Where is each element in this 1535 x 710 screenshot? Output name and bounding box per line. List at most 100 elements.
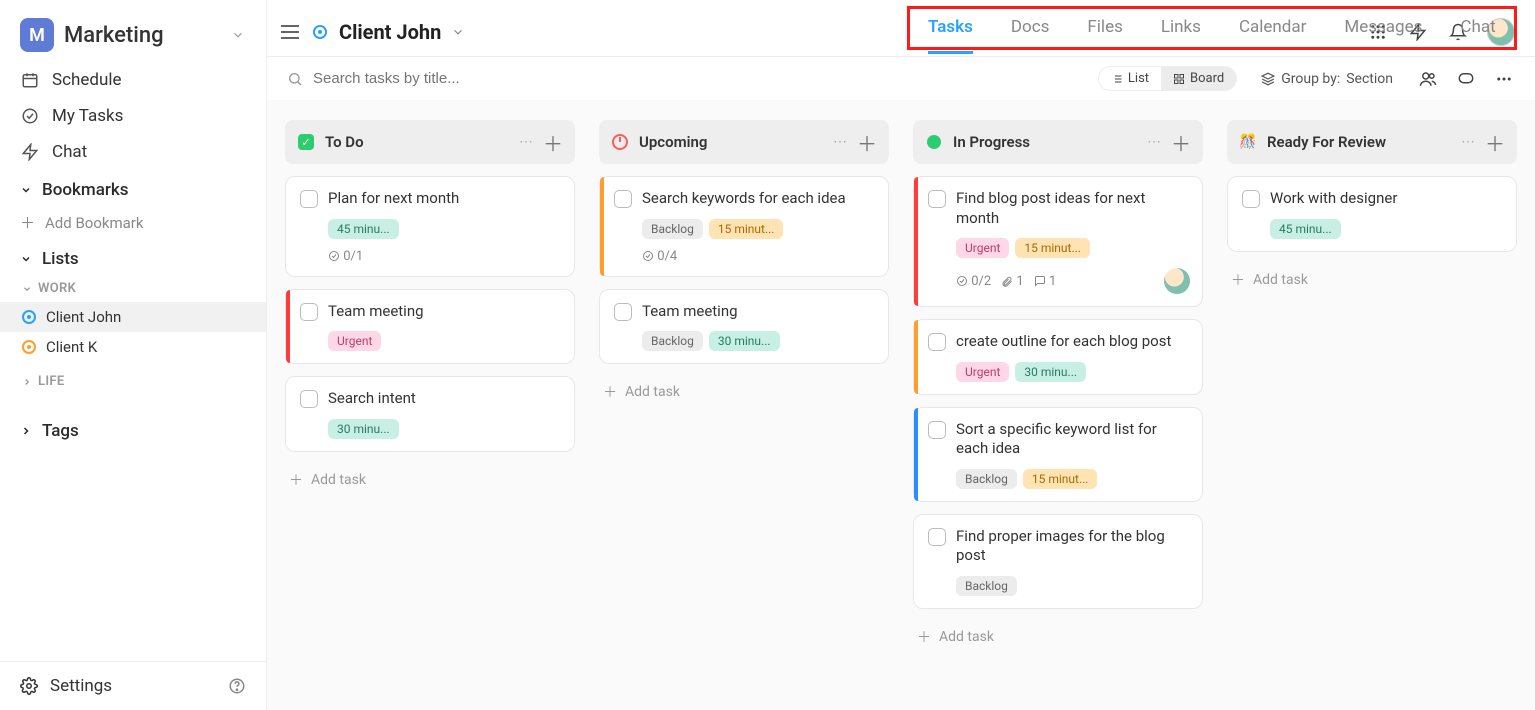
task-checkbox[interactable] [928, 421, 946, 439]
tab-calendar[interactable]: Calendar [1239, 9, 1306, 53]
tab-links[interactable]: Links [1161, 9, 1201, 53]
column-todo: ✓ To Do ⋯ ＋ Plan for next month 45 minu.… [285, 120, 575, 690]
task-card[interactable]: create outline for each blog post Urgent… [913, 319, 1203, 395]
column-more-icon[interactable]: ⋯ [519, 134, 533, 150]
card-accent [914, 177, 918, 306]
tab-files[interactable]: Files [1087, 9, 1122, 53]
task-card[interactable]: Find blog post ideas for next month Urge… [913, 176, 1203, 307]
task-card[interactable]: Search keywords for each idea Backlog15 … [599, 176, 889, 277]
view-board-button[interactable]: Board [1161, 67, 1236, 90]
column-title: In Progress [953, 133, 1137, 151]
view-list-button[interactable]: List [1099, 67, 1161, 90]
people-icon[interactable] [1417, 68, 1439, 90]
column-more-icon[interactable]: ⋯ [1461, 134, 1475, 150]
column-more-icon[interactable]: ⋯ [833, 134, 847, 150]
chevron-right-icon [20, 425, 32, 437]
tag-badge: Backlog [642, 219, 703, 239]
list-group-life[interactable]: LIFE [0, 368, 266, 395]
add-task-label: Add task [1253, 272, 1308, 288]
card-badges: 45 minu... [1270, 219, 1504, 239]
tab-tasks[interactable]: Tasks [928, 9, 973, 53]
tab-chat[interactable]: Chat [1460, 9, 1495, 53]
task-checkbox[interactable] [928, 190, 946, 208]
toolbar: List Board Group by: Section [267, 56, 1535, 100]
chevron-down-icon [228, 25, 248, 45]
groupby-dropdown[interactable]: Group by: Section [1261, 71, 1393, 87]
task-checkbox[interactable] [928, 333, 946, 351]
task-checkbox[interactable] [614, 303, 632, 321]
section-label: Bookmarks [42, 180, 129, 200]
task-card[interactable]: Plan for next month 45 minu... 0/1 [285, 176, 575, 277]
add-bookmark-button[interactable]: ＋ Add Bookmark [0, 206, 266, 239]
task-card[interactable]: Find proper images for the blog post Bac… [913, 514, 1203, 609]
task-card[interactable]: Team meeting Urgent [285, 289, 575, 365]
task-title: Search intent [328, 389, 416, 409]
help-icon[interactable] [228, 677, 246, 695]
view-list-label: List [1128, 71, 1149, 86]
task-card[interactable]: Team meeting Backlog30 minu... [599, 289, 889, 365]
add-task-button[interactable]: ＋Add task [599, 376, 889, 408]
column-add-icon[interactable]: ＋ [1485, 128, 1505, 157]
card-accent [914, 408, 918, 501]
card-badges: Urgent 15 minut... [956, 238, 1190, 258]
page-title: Client John [339, 20, 441, 44]
tag-badge: 45 minu... [1270, 219, 1341, 239]
card-meta: 0/4 [642, 249, 876, 264]
chat-icon[interactable] [1455, 68, 1477, 90]
column-add-icon[interactable]: ＋ [857, 128, 877, 157]
tags-section[interactable]: Tags [0, 411, 266, 447]
tabs: Tasks Docs Files Links Calendar Messages… [928, 9, 1496, 53]
view-switch: List Board [1098, 66, 1237, 91]
lists-section[interactable]: Lists [0, 239, 266, 275]
plus-icon: ＋ [603, 382, 617, 402]
task-title: Team meeting [642, 302, 738, 322]
task-checkbox[interactable] [300, 303, 318, 321]
sidebar-item-mytasks[interactable]: My Tasks [0, 98, 266, 134]
task-card[interactable]: Search intent 30 minu... [285, 376, 575, 452]
task-checkbox[interactable] [928, 528, 946, 546]
add-task-label: Add task [311, 472, 366, 488]
task-checkbox[interactable] [300, 190, 318, 208]
plus-icon: ＋ [20, 212, 35, 233]
tab-docs[interactable]: Docs [1011, 9, 1050, 53]
status-dot-icon [927, 135, 941, 149]
tag-badge: 15 minut... [1015, 238, 1090, 258]
sidebar-item-chat[interactable]: Chat [0, 134, 266, 170]
column-inprogress: In Progress ⋯ ＋ Find blog post ideas for… [913, 120, 1203, 690]
task-checkbox[interactable] [300, 390, 318, 408]
tab-messages[interactable]: Messages [1344, 9, 1422, 53]
tag-badge: Urgent [956, 238, 1009, 258]
bookmarks-section[interactable]: Bookmarks [0, 170, 266, 206]
list-group-work[interactable]: WORK [0, 275, 266, 302]
sidebar-item-label: Chat [52, 142, 87, 162]
plus-icon: ＋ [917, 627, 931, 647]
search-input[interactable] [313, 70, 713, 87]
task-checkbox[interactable] [1242, 190, 1260, 208]
task-checkbox[interactable] [614, 190, 632, 208]
plus-icon: ＋ [289, 470, 303, 490]
target-icon [22, 310, 36, 324]
tag-badge: Backlog [956, 576, 1017, 596]
page-title-dropdown[interactable]: Client John [313, 20, 465, 44]
settings-label[interactable]: Settings [50, 676, 112, 696]
task-card[interactable]: Work with designer 45 minu... [1227, 176, 1517, 252]
column-add-icon[interactable]: ＋ [543, 128, 563, 157]
menu-toggle-button[interactable] [277, 19, 303, 45]
more-icon[interactable] [1493, 68, 1515, 90]
subtask-count: 0/4 [642, 249, 677, 264]
sidebar-item-schedule[interactable]: Schedule [0, 62, 266, 98]
card-badges: Backlog15 minut... [642, 219, 876, 239]
column-add-icon[interactable]: ＋ [1171, 128, 1191, 157]
list-item-client-k[interactable]: Client K [0, 332, 266, 362]
add-task-button[interactable]: ＋ Add task [285, 464, 575, 496]
assignee-avatar[interactable] [1164, 268, 1190, 294]
add-task-button[interactable]: ＋Add task [913, 621, 1203, 653]
card-meta: 0/1 [328, 249, 562, 264]
column-more-icon[interactable]: ⋯ [1147, 134, 1161, 150]
add-task-button[interactable]: ＋Add task [1227, 264, 1517, 296]
check-square-icon: ✓ [298, 134, 314, 150]
workspace-switcher[interactable]: M Marketing [0, 0, 266, 62]
list-item-client-john[interactable]: Client John [0, 302, 266, 332]
task-card[interactable]: Sort a specific keyword list for each id… [913, 407, 1203, 502]
gear-icon[interactable] [20, 677, 38, 695]
